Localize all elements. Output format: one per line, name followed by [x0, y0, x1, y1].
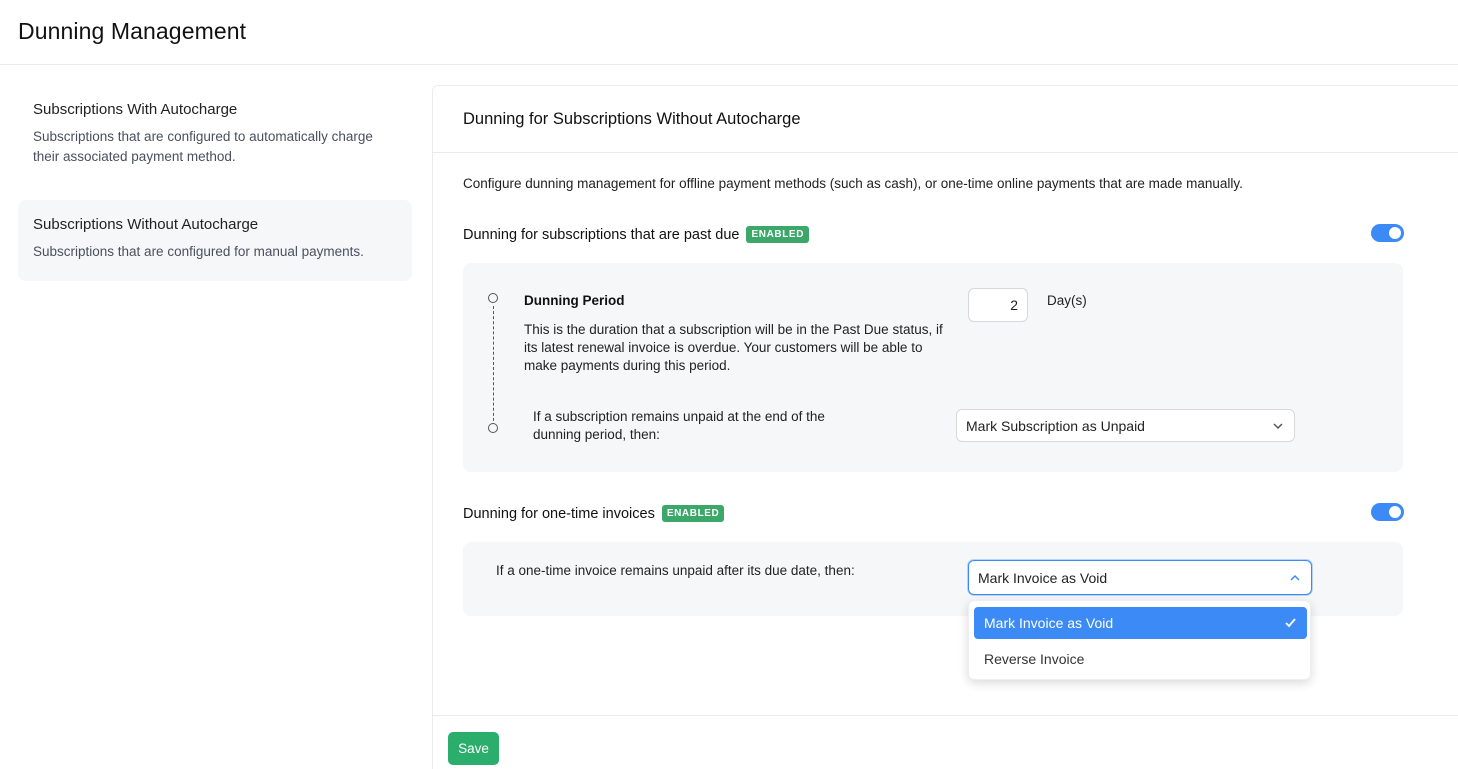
intro-text: Configure dunning management for offline… [463, 176, 1243, 191]
past-due-heading: Dunning for subscriptions that are past … [463, 226, 810, 243]
status-badge: ENABLED [661, 505, 725, 522]
check-icon [1285, 618, 1296, 628]
unpaid-action-value: Mark Subscription as Unpaid [966, 417, 1145, 434]
dunning-period-title: Dunning Period [524, 293, 625, 308]
sidebar-item-without-autocharge[interactable]: Subscriptions Without Autocharge Subscri… [18, 200, 412, 281]
one-time-action-dropdown: Mark Invoice as Void Reverse Invoice [968, 600, 1311, 680]
one-time-toggle[interactable] [1371, 503, 1404, 521]
footer: Save [433, 715, 1458, 769]
dropdown-option-label: Mark Invoice as Void [984, 615, 1114, 631]
sidebar-item-description: Subscriptions that are configured for ma… [33, 244, 364, 259]
page-title: Dunning Management [18, 18, 247, 44]
timeline-end-dot [488, 423, 498, 433]
dunning-period-description: This is the duration that a subscription… [524, 322, 943, 373]
dunning-days-input[interactable]: 2 [968, 288, 1028, 322]
timeline-line [493, 306, 494, 426]
past-due-toggle[interactable] [1371, 224, 1404, 242]
timeline-start-dot [488, 293, 498, 303]
main-title: Dunning for Subscriptions Without Autoch… [463, 110, 801, 128]
one-time-action-value: Mark Invoice as Void [978, 569, 1108, 586]
sidebar-item-title: Subscriptions With Autocharge [33, 101, 238, 118]
status-badge: ENABLED [746, 226, 810, 243]
dropdown-option-label: Reverse Invoice [984, 651, 1085, 667]
top-bar: Dunning Management [0, 0, 1458, 65]
sidebar-item-with-autocharge[interactable]: Subscriptions With Autocharge Subscripti… [18, 101, 412, 181]
unpaid-action-label: If a subscription remains unpaid at the … [533, 409, 825, 442]
chevron-down-icon [1273, 422, 1283, 429]
past-due-panel: Dunning Period This is the duration that… [463, 263, 1403, 472]
dropdown-option-mark-void[interactable]: Mark Invoice as Void [974, 607, 1307, 639]
one-time-action-label: If a one-time invoice remains unpaid aft… [496, 563, 855, 578]
main-header: Dunning for Subscriptions Without Autoch… [433, 86, 1458, 153]
sidebar-item-description: Subscriptions that are configured to aut… [33, 129, 373, 164]
save-button[interactable]: Save [448, 732, 499, 765]
dropdown-option-reverse[interactable]: Reverse Invoice [974, 643, 1307, 675]
sidebar-item-title: Subscriptions Without Autocharge [33, 216, 259, 233]
sidebar: Subscriptions With Autocharge Subscripti… [0, 65, 432, 769]
one-time-heading: Dunning for one-time invoices ENABLED [463, 505, 725, 522]
one-time-heading-text: Dunning for one-time invoices [463, 505, 655, 522]
one-time-action-select[interactable]: Mark Invoice as Void [968, 560, 1312, 595]
unpaid-action-select[interactable]: Mark Subscription as Unpaid [956, 409, 1295, 442]
past-due-heading-text: Dunning for subscriptions that are past … [463, 226, 740, 243]
days-unit-label: Day(s) [1047, 293, 1087, 308]
chevron-up-icon [1290, 574, 1300, 581]
